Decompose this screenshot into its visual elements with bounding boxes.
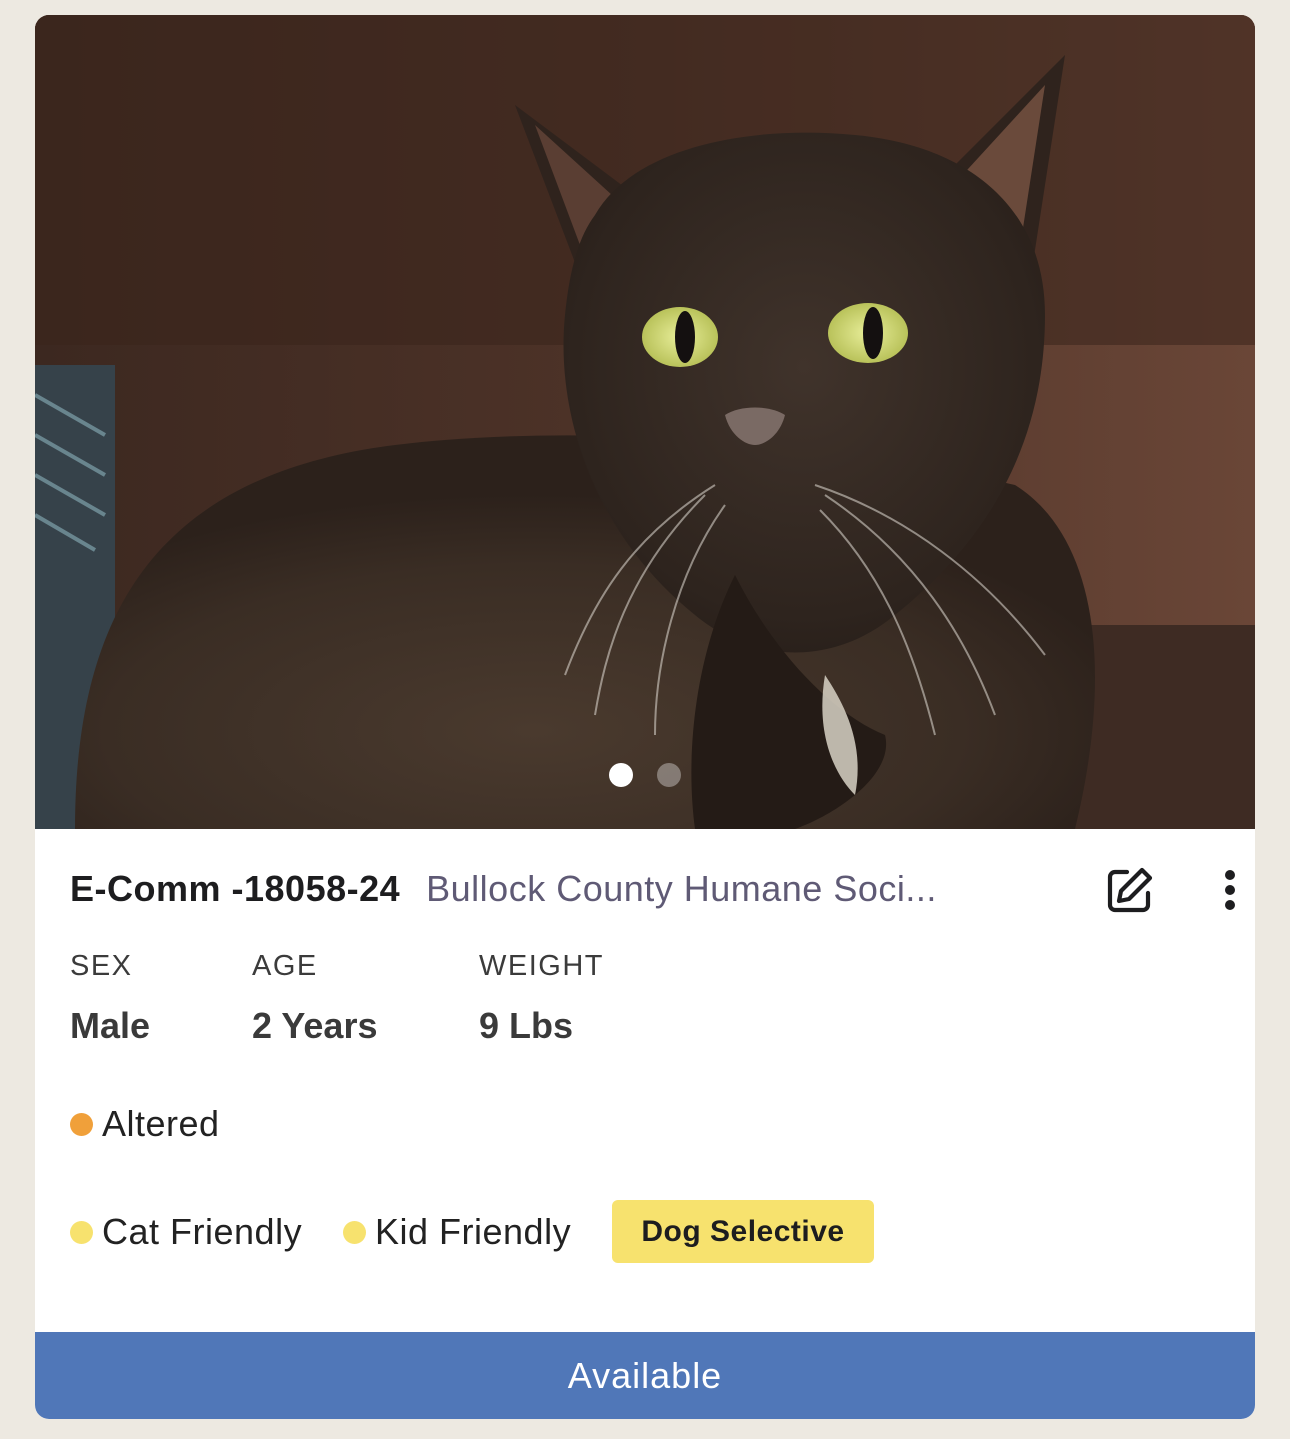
kebab-menu-icon xyxy=(1225,870,1235,910)
stat-label: AGE xyxy=(252,950,318,982)
carousel-dot-1[interactable] xyxy=(609,763,633,787)
stat-label: SEX xyxy=(70,950,133,982)
orange-dot-icon xyxy=(70,1112,93,1136)
animal-id: E-Comm -18058-24 xyxy=(70,868,401,909)
title-row: E-Comm -18058-24 Bullock County Humane S… xyxy=(70,861,1235,917)
stat-value: 2 Years xyxy=(252,1005,378,1046)
carousel-indicators xyxy=(35,763,1255,789)
cat-photo-illustration xyxy=(35,15,1255,829)
pet-card: E-Comm -18058-24 Bullock County Humane S… xyxy=(35,15,1255,1419)
more-options-button[interactable] xyxy=(1210,865,1250,915)
stat-sex: SEX Male xyxy=(70,950,150,1047)
tag-label: Altered xyxy=(102,1103,220,1144)
stat-weight: WEIGHT 9 Lbs xyxy=(479,950,604,1047)
tag-cat-friendly: Cat Friendly xyxy=(70,1211,302,1253)
availability-status-button[interactable]: Available xyxy=(35,1332,1255,1419)
stat-value: Male xyxy=(70,1005,151,1046)
organization-name[interactable]: Bullock County Humane Soci... xyxy=(426,868,1016,910)
edit-icon xyxy=(1107,867,1153,913)
yellow-dot-icon xyxy=(70,1220,93,1244)
stat-value: 9 Lbs xyxy=(479,1005,574,1046)
stat-label: WEIGHT xyxy=(479,950,604,982)
stat-age: AGE 2 Years xyxy=(252,950,377,1047)
tag-altered: Altered xyxy=(70,1103,220,1145)
yellow-dot-icon xyxy=(343,1220,366,1244)
tag-label: Cat Friendly xyxy=(102,1211,303,1252)
dog-selective-badge: Dog Selective xyxy=(612,1200,874,1263)
edit-button[interactable] xyxy=(1105,865,1155,915)
carousel-dot-2[interactable] xyxy=(657,763,681,787)
pet-photo[interactable] xyxy=(35,15,1255,829)
tag-label: Kid Friendly xyxy=(375,1211,572,1252)
tag-kid-friendly: Kid Friendly xyxy=(343,1211,571,1253)
